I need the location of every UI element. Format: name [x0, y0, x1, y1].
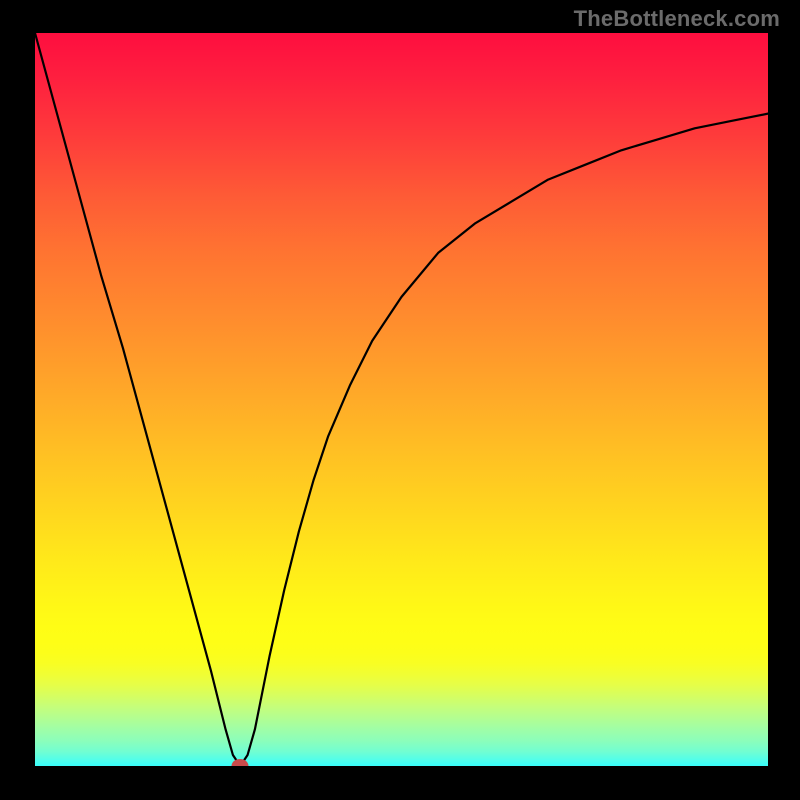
bottleneck-curve [35, 33, 768, 766]
chart-container: TheBottleneck.com [0, 0, 800, 800]
watermark-text: TheBottleneck.com [574, 6, 780, 32]
plot-area [35, 33, 768, 766]
curve-layer [35, 33, 768, 766]
optimal-point-marker [232, 759, 249, 766]
